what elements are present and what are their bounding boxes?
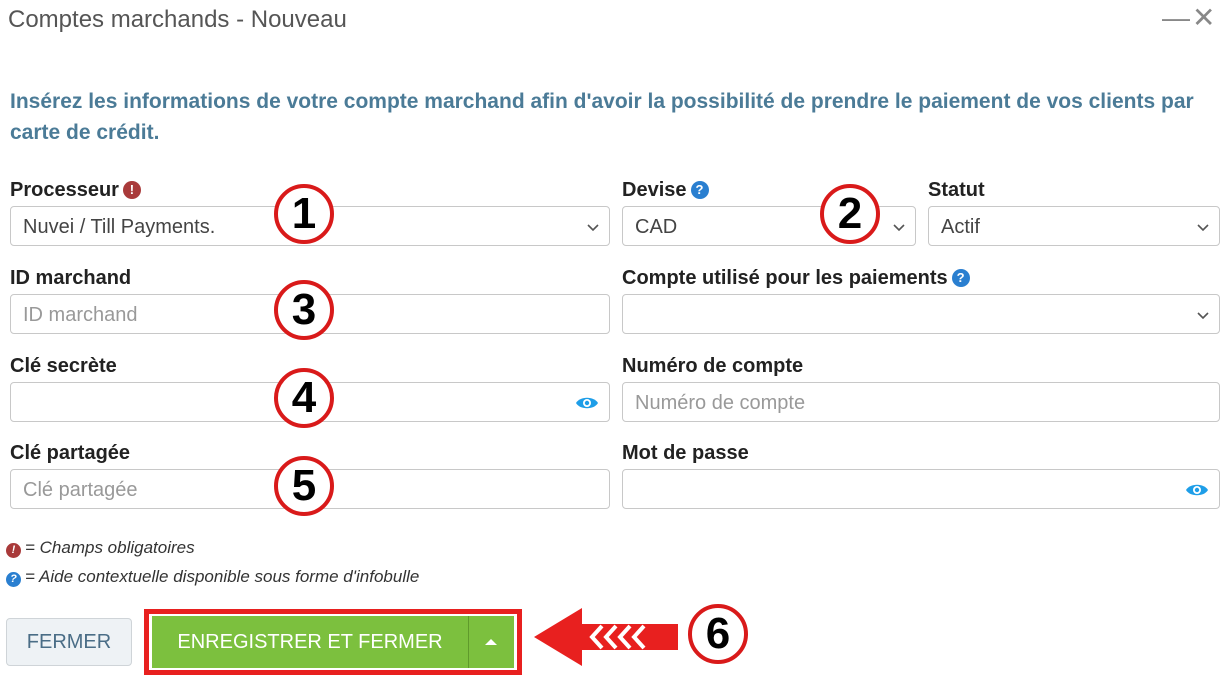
legend-required-text: = Champs obligatoires: [25, 538, 195, 557]
legend-help-text: = Aide contextuelle disponible sous form…: [25, 567, 420, 586]
cle-partagee-placeholder: Clé partagée: [23, 479, 138, 501]
chevron-down-icon: [1197, 224, 1209, 232]
close-icon[interactable]: ✕: [1192, 4, 1215, 32]
compte-paiements-label: Compte utilisé pour les paiements?: [622, 267, 970, 289]
compte-paiements-select[interactable]: [622, 294, 1220, 334]
help-icon[interactable]: ?: [951, 269, 970, 287]
devise-label-text: Devise: [622, 179, 687, 201]
numero-compte-label: Numéro de compte: [622, 355, 804, 377]
chevron-down-icon: [587, 224, 599, 232]
close-button[interactable]: FERMER: [6, 618, 132, 666]
annotation-arrow-icon: [534, 608, 678, 666]
help-icon: ?: [6, 572, 21, 587]
annotation-badge-3: 3: [274, 280, 334, 340]
cle-partagee-label: Clé partagée: [10, 442, 131, 464]
devise-label: Devise?: [622, 179, 709, 201]
statut-select[interactable]: Actif: [928, 206, 1220, 246]
mot-de-passe-input[interactable]: [622, 469, 1220, 509]
id-marchand-placeholder: ID marchand: [23, 304, 138, 326]
chevron-down-icon: [1197, 312, 1209, 320]
statut-label: Statut: [928, 179, 985, 201]
annotation-badge-4: 4: [274, 368, 334, 428]
required-icon: !: [122, 181, 141, 199]
processeur-label: Processeur!: [10, 179, 141, 201]
annotation-badge-6: 6: [688, 604, 748, 664]
eye-icon[interactable]: [1185, 480, 1209, 500]
compte-paiements-label-text: Compte utilisé pour les paiements: [622, 267, 948, 289]
numero-compte-input[interactable]: Numéro de compte: [622, 382, 1220, 422]
processeur-label-text: Processeur: [10, 179, 119, 201]
help-icon[interactable]: ?: [690, 181, 709, 199]
window-title: Comptes marchands - Nouveau: [8, 6, 347, 33]
legend-help: ? = Aide contextuelle disponible sous for…: [6, 567, 419, 587]
id-marchand-label: ID marchand: [10, 267, 132, 289]
numero-compte-placeholder: Numéro de compte: [635, 392, 806, 414]
processeur-value: Nuvei / Till Payments.: [23, 216, 216, 238]
mot-de-passe-label: Mot de passe: [622, 442, 749, 464]
annotation-badge-1: 1: [274, 184, 334, 244]
caret-up-icon: [485, 639, 497, 645]
intro-text: Insérez les informations de votre compte…: [10, 90, 1194, 144]
annotation-badge-2: 2: [820, 184, 880, 244]
save-options-dropdown[interactable]: [468, 616, 514, 668]
minimize-icon[interactable]: —: [1162, 4, 1190, 32]
save-and-close-button[interactable]: ENREGISTRER ET FERMER: [152, 616, 468, 668]
annotation-badge-5: 5: [274, 456, 334, 516]
eye-icon[interactable]: [575, 393, 599, 413]
devise-value: CAD: [635, 216, 678, 238]
statut-value: Actif: [941, 216, 980, 238]
required-icon: !: [6, 543, 21, 558]
cle-secrete-label: Clé secrète: [10, 355, 117, 377]
chevron-down-icon: [893, 224, 905, 232]
legend-required: ! = Champs obligatoires: [6, 538, 195, 558]
